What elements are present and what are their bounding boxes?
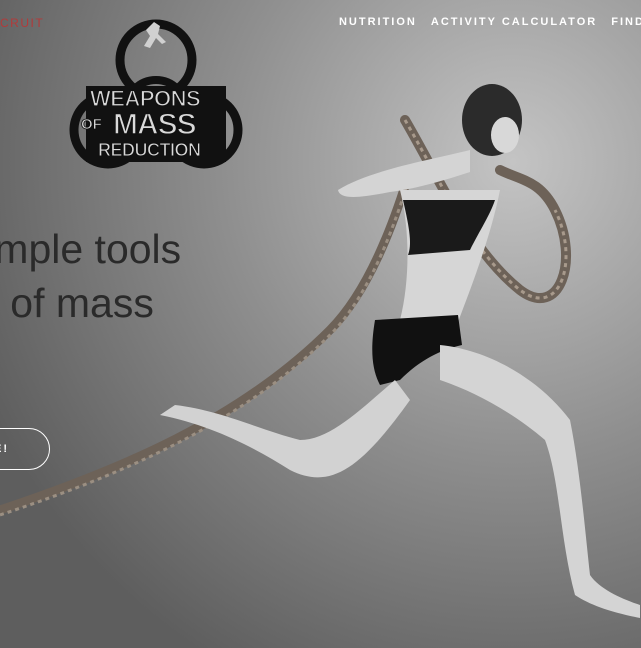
nav-item-nutrition[interactable]: NUTRITION — [339, 16, 417, 28]
main-nav: NUTRITION ACTIVITY CALCULATOR FIND GYM — [339, 16, 641, 28]
logo-text-of: OF — [81, 116, 103, 134]
logo-text-reduction: REDUCTION — [98, 140, 202, 161]
cta-label: E! — [0, 443, 9, 455]
hero-headline: se simple tools pons of mass n! — [0, 222, 310, 384]
brand-name[interactable]: CRUIT — [0, 16, 44, 30]
headline-line-2: pons of mass — [0, 280, 154, 326]
nav-item-activity-calculator[interactable]: ACTIVITY CALCULATOR — [431, 16, 597, 28]
hero-cta-button[interactable]: E! — [0, 428, 50, 470]
logo-text-mass: MASS — [112, 107, 197, 141]
nav-item-find-gym[interactable]: FIND GYM — [611, 16, 641, 28]
weapons-of-mass-reduction-logo[interactable]: WEAPONS OF MASS REDUCTION — [66, 12, 246, 182]
hero-section: CRUIT NUTRITION ACTIVITY CALCULATOR FIND… — [0, 0, 641, 648]
headline-line-1: se simple tools — [0, 226, 182, 272]
